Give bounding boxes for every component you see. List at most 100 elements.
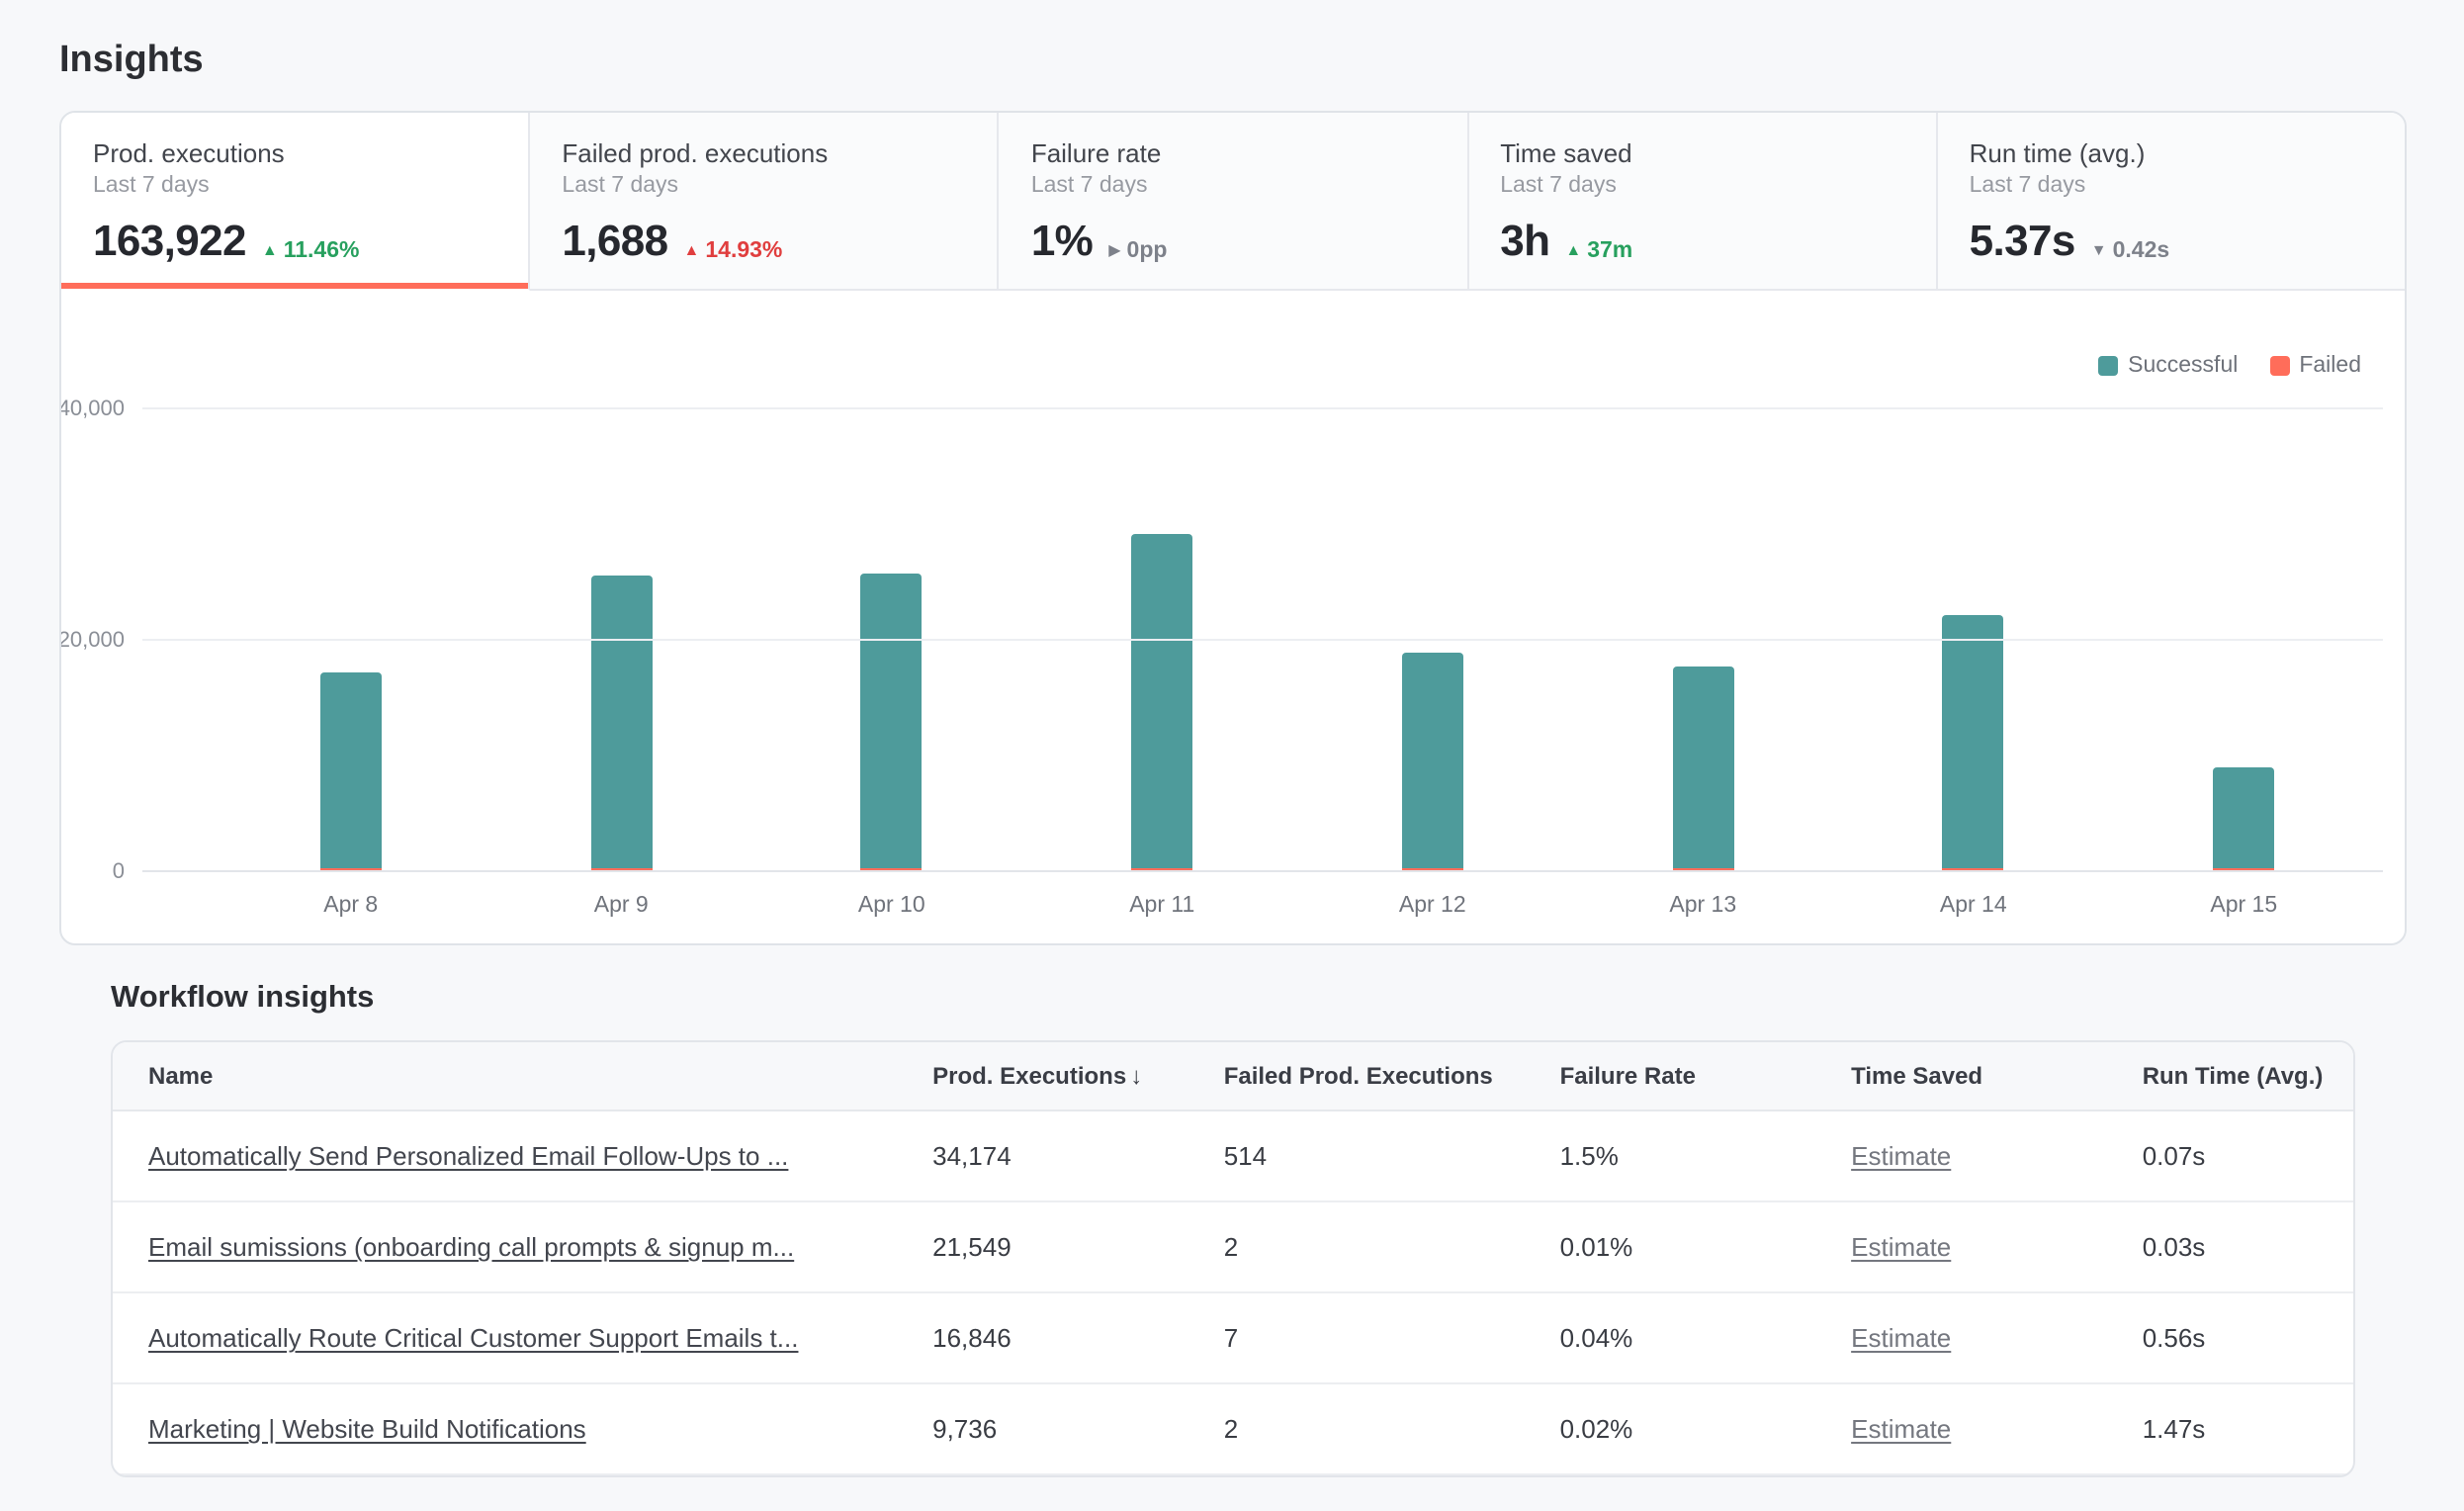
bar-chart-plot: Apr 8Apr 9Apr 10Apr 11Apr 12Apr 13Apr 14…: [142, 409, 2383, 872]
workflow-insights-heading: Workflow insights: [111, 981, 2355, 1017]
bar-group: [590, 576, 652, 872]
cell-time-saved: Estimate: [1815, 1383, 2107, 1474]
workflow-link[interactable]: Automatically Send Personalized Email Fo…: [148, 1141, 788, 1171]
column-label: Name: [148, 1062, 213, 1090]
trend-up-icon: ▲: [684, 243, 700, 259]
metric-card-run-time[interactable]: Run time (avg.) Last 7 days 5.37s ▼ 0.42…: [1938, 113, 2405, 291]
bar-group: [1672, 666, 1733, 872]
bar-successful: [1943, 616, 2004, 868]
metric-period: Last 7 days: [1970, 174, 2373, 198]
bar-successful: [2213, 766, 2274, 868]
metric-delta-text: 0pp: [1127, 239, 1168, 263]
metric-card-time-saved[interactable]: Time saved Last 7 days 3h ▲ 37m: [1468, 113, 1937, 291]
cell-failure-rate: 1.5%: [1525, 1111, 1816, 1201]
metric-delta: ▲ 37m: [1565, 239, 1632, 263]
column-label: Run Time (Avg.): [2143, 1062, 2324, 1090]
bar-successful: [1672, 666, 1733, 868]
bar-successful: [1402, 652, 1463, 868]
workflow-link[interactable]: Email sumissions (onboarding call prompt…: [148, 1232, 794, 1262]
cell-run-time: 0.03s: [2107, 1201, 2353, 1292]
cell-failure-rate: 0.04%: [1525, 1292, 1816, 1383]
table-row: Automatically Route Critical Customer Su…: [113, 1292, 2353, 1383]
metric-delta-text: 0.42s: [2113, 239, 2170, 263]
x-axis-label: Apr 9: [594, 894, 649, 918]
column-header-run-time[interactable]: Run Time (Avg.): [2107, 1042, 2353, 1111]
metric-period: Last 7 days: [1500, 174, 1903, 198]
metric-delta-text: 14.93%: [705, 239, 782, 263]
metric-cards-row: Prod. executions Last 7 days 163,922 ▲ 1…: [61, 113, 2405, 291]
estimate-link[interactable]: Estimate: [1851, 1323, 1951, 1353]
column-header-name[interactable]: Name: [113, 1042, 897, 1111]
workflow-link[interactable]: Automatically Route Critical Customer Su…: [148, 1323, 798, 1353]
metric-label: Prod. executions: [93, 138, 496, 168]
metric-value: 3h: [1500, 216, 1549, 267]
workflow-link[interactable]: Marketing | Website Build Notifications: [148, 1414, 586, 1444]
metric-label: Failure rate: [1031, 138, 1435, 168]
cell-run-time: 0.56s: [2107, 1292, 2353, 1383]
metric-period: Last 7 days: [1031, 174, 1435, 198]
legend-item-failed[interactable]: Failed: [2269, 354, 2361, 378]
metric-delta-text: 37m: [1587, 239, 1632, 263]
metric-label: Run time (avg.): [1970, 138, 2373, 168]
sort-desc-icon: ↓: [1130, 1062, 1142, 1090]
y-axis-label: 0: [113, 860, 125, 884]
cell-name: Automatically Route Critical Customer Su…: [113, 1292, 897, 1383]
bar-group: [1402, 652, 1463, 872]
gridline: [142, 870, 2383, 872]
bars-layer: Apr 8Apr 9Apr 10Apr 11Apr 12Apr 13Apr 14…: [216, 409, 2379, 872]
estimate-link[interactable]: Estimate: [1851, 1232, 1951, 1262]
table-row: Email sumissions (onboarding call prompt…: [113, 1201, 2353, 1292]
bar-group: [320, 672, 382, 872]
x-axis-label: Apr 10: [858, 894, 925, 918]
cell-prod-executions: 9,736: [897, 1383, 1188, 1474]
trend-up-icon: ▲: [262, 243, 278, 259]
cell-prod-executions: 21,549: [897, 1201, 1188, 1292]
cell-time-saved: Estimate: [1815, 1292, 2107, 1383]
bar-group: [861, 574, 923, 872]
bar-group: [1131, 535, 1192, 872]
bar-successful: [1131, 535, 1192, 868]
workflow-table: Name Prod. Executions↓ Failed Prod. Exec…: [113, 1042, 2353, 1475]
cell-time-saved: Estimate: [1815, 1201, 2107, 1292]
column-label: Failed Prod. Executions: [1224, 1062, 1493, 1090]
cell-failure-rate: 0.02%: [1525, 1383, 1816, 1474]
legend-item-successful[interactable]: Successful: [2098, 354, 2238, 378]
bar-group: [1943, 616, 2004, 872]
cell-failed-prod-executions: 2: [1188, 1201, 1525, 1292]
cell-name: Email sumissions (onboarding call prompt…: [113, 1201, 897, 1292]
metric-value: 1,688: [562, 216, 667, 267]
table-header-row: Name Prod. Executions↓ Failed Prod. Exec…: [113, 1042, 2353, 1111]
legend-label: Successful: [2128, 354, 2238, 378]
column-header-failure-rate[interactable]: Failure Rate: [1525, 1042, 1816, 1111]
failed-swatch-icon: [2269, 356, 2289, 376]
metric-card-failed-prod-executions[interactable]: Failed prod. executions Last 7 days 1,68…: [530, 113, 999, 291]
gridline: [142, 639, 2383, 641]
bar-successful: [590, 576, 652, 868]
metric-delta: ▶ 0pp: [1108, 239, 1167, 263]
estimate-link[interactable]: Estimate: [1851, 1414, 1951, 1444]
trend-flat-icon: ▶: [1108, 243, 1120, 259]
x-axis-label: Apr 11: [1129, 894, 1194, 918]
column-header-time-saved[interactable]: Time Saved: [1815, 1042, 2107, 1111]
metric-card-failure-rate[interactable]: Failure rate Last 7 days 1% ▶ 0pp: [1000, 113, 1468, 291]
cell-prod-executions: 34,174: [897, 1111, 1188, 1201]
cell-failed-prod-executions: 2: [1188, 1383, 1525, 1474]
x-axis-label: Apr 8: [323, 894, 378, 918]
metric-card-prod-executions[interactable]: Prod. executions Last 7 days 163,922 ▲ 1…: [61, 113, 530, 291]
column-header-failed-prod-executions[interactable]: Failed Prod. Executions: [1188, 1042, 1525, 1111]
metric-label: Time saved: [1500, 138, 1903, 168]
workflow-insights-section: Workflow insights Name Prod. Executions↓…: [111, 981, 2355, 1477]
metric-label: Failed prod. executions: [562, 138, 965, 168]
table-row: Automatically Send Personalized Email Fo…: [113, 1111, 2353, 1201]
cell-run-time: 0.07s: [2107, 1111, 2353, 1201]
bar-group: [2213, 766, 2274, 872]
x-axis-label: Apr 13: [1669, 894, 1736, 918]
x-axis-label: Apr 14: [1940, 894, 2007, 918]
metric-period: Last 7 days: [93, 174, 496, 198]
metric-value: 5.37s: [1970, 216, 2075, 267]
column-header-prod-executions[interactable]: Prod. Executions↓: [897, 1042, 1188, 1111]
trend-up-icon: ▲: [1565, 243, 1581, 259]
cell-failed-prod-executions: 514: [1188, 1111, 1525, 1201]
bar-successful: [861, 574, 923, 868]
estimate-link[interactable]: Estimate: [1851, 1141, 1951, 1171]
